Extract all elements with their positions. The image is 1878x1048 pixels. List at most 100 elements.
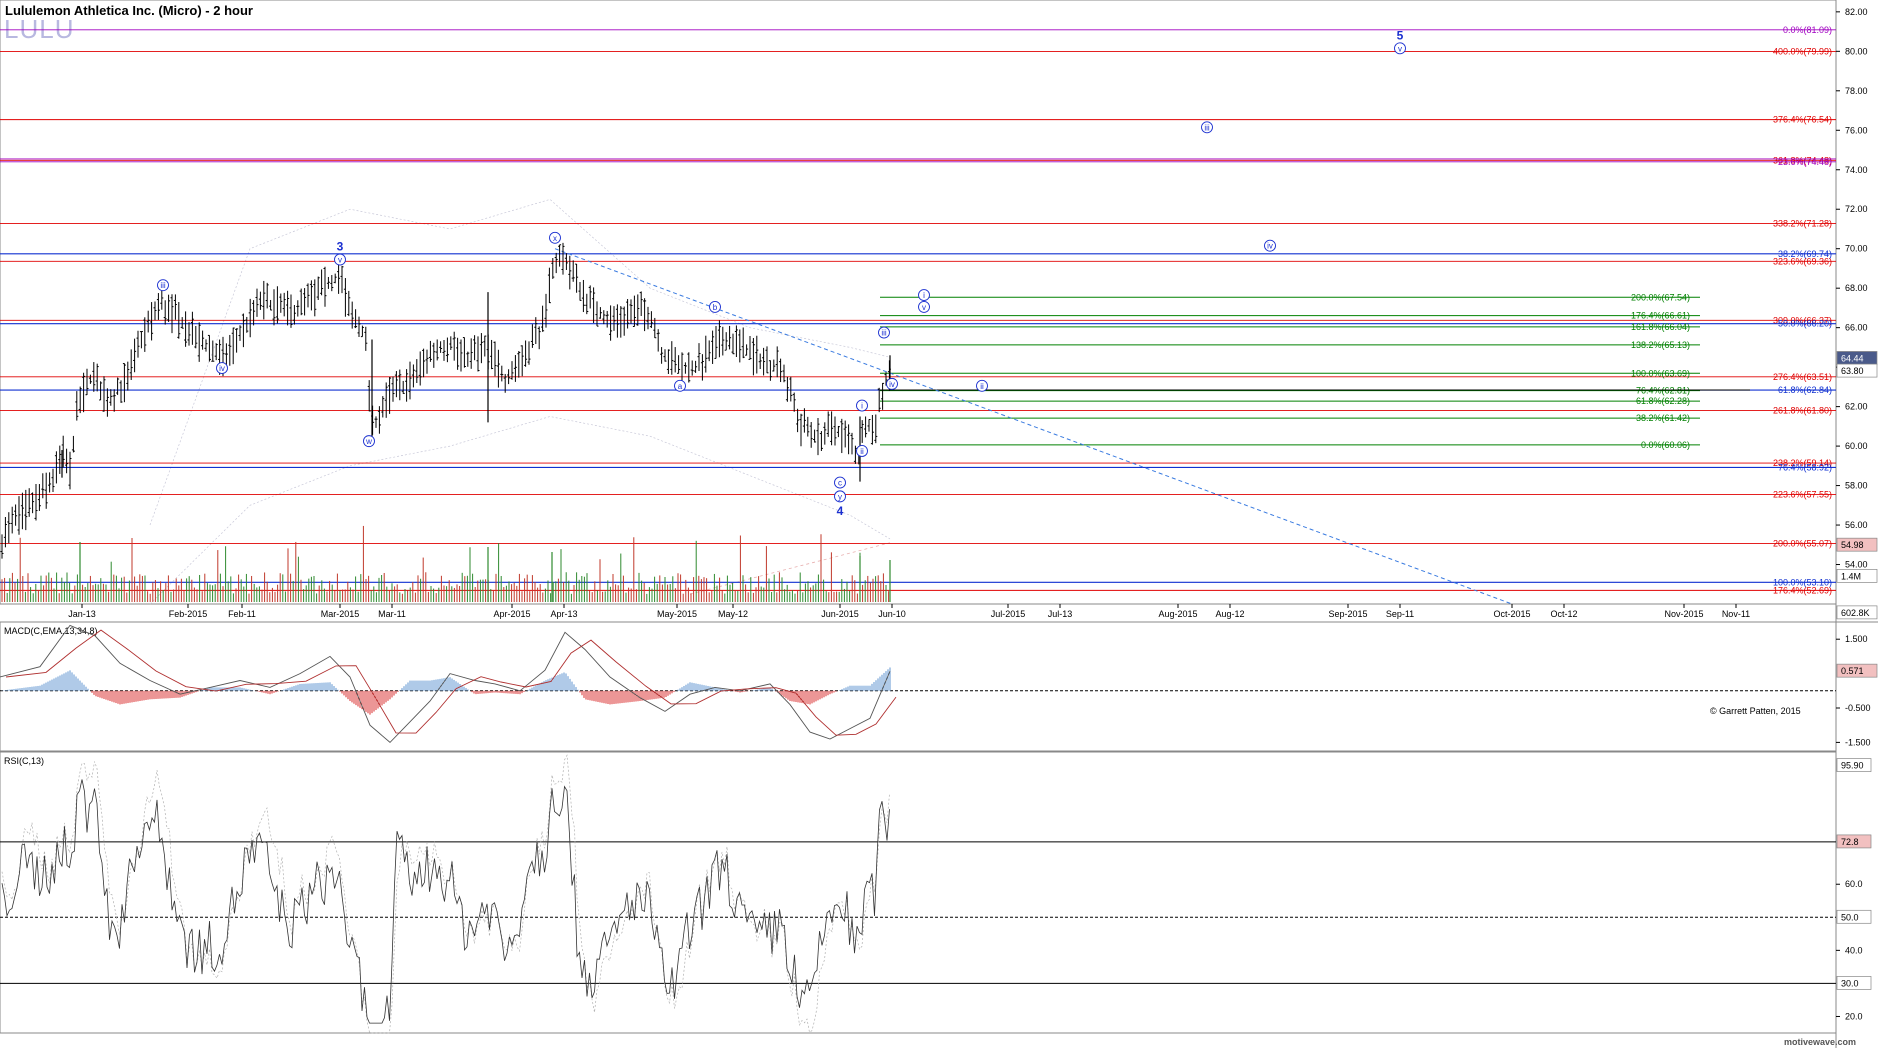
fib-label: 323.6%(69.36) [1773,256,1832,266]
rsi-panel-frame [0,751,1837,1034]
rsi-tag-label: 50.0 [1841,912,1859,922]
chart-canvas[interactable]: 0.0%(81.09) 400.0%(79.99) 376.4%(76.54) 3 61… [0,0,1878,1048]
date-label: Mar-11 [378,609,406,619]
axis-tick-label: 54.00 [1845,560,1868,570]
wave-label: v [1398,44,1402,53]
price-tag-label: 64.44 [1841,353,1864,363]
wave-label: v [338,256,342,265]
macd-current-label: 0.571 [1841,666,1864,676]
green-fib-label: 61.8%(62.28) [1636,396,1690,406]
price-tag-label: 54.98 [1841,540,1864,550]
fib-label: 338.2%(71.28) [1773,218,1832,228]
fib-label: 61.8%(62.84) [1778,385,1832,395]
date-label: Jun-2015 [821,609,859,619]
date-label: Aug-2015 [1158,609,1197,619]
macd-line [0,624,891,744]
wave-label: iv [889,380,895,389]
fib-label: 400.0%(79.99) [1773,47,1832,57]
date-label: Jul-13 [1048,609,1073,619]
date-label: Sep-11 [1386,609,1414,619]
axis-tick-label: -1.500 [1845,737,1871,747]
rsi-tag-label: 72.8 [1841,837,1859,847]
axis-tick-label: 68.00 [1845,283,1868,293]
wave-label: c [838,479,842,488]
fib-label: 223.6%(57.55) [1773,489,1832,499]
wave-label: i [923,291,925,300]
date-label: Jul-2015 [991,609,1026,619]
date-label: May-2015 [657,609,697,619]
fib-label: 0.0%(81.09) [1783,25,1832,35]
wave-label: iii [160,281,166,290]
axis-tick-label: 80.00 [1845,46,1868,56]
date-label: Feb-11 [228,609,256,619]
wave-label: b [713,303,718,312]
green-fib-label: 0.0%(60.06) [1641,440,1690,450]
axis-tick-label: 70.00 [1845,244,1868,254]
date-label: Jan-13 [68,609,96,619]
axis-tick-label: 82.00 [1845,7,1868,17]
date-label: Sep-2015 [1328,609,1367,619]
wave-label: x [553,234,557,243]
axis-tick-label: 66.00 [1845,323,1868,333]
date-label: Apr-13 [550,609,577,619]
axis-tick-label: 62.00 [1845,402,1868,412]
fib-label: 261.8%(61.80) [1773,406,1832,416]
wave-label: a [678,382,683,391]
wave-label: iv [1267,242,1273,251]
axis-tick-label: 40.0 [1845,945,1863,955]
trend-line [554,248,1513,605]
axis-tick-label: 72.00 [1845,204,1868,214]
wave-label: w [365,437,372,446]
price-panel-frame [0,0,1837,605]
axis-tick-label: 76.00 [1845,125,1868,135]
fib-label: 23.6%(74.48) [1778,157,1832,167]
rsi-tag-label: 30.0 [1841,978,1859,988]
axis-tick-label: 74.00 [1845,165,1868,175]
fib-label: 50.0%(66.20) [1778,319,1832,329]
green-fib-label: 200.0%(67.54) [1631,292,1690,302]
green-fib-label: 100.0%(63.69) [1631,368,1690,378]
axis-tick-label: 1.500 [1845,634,1868,644]
fib-label: 276.4%(63.51) [1773,372,1832,382]
axis-tick-label: 60.0 [1845,879,1863,889]
price-tag-label: 63.80 [1841,366,1864,376]
green-fib-label: 161.8%(66.04) [1631,322,1690,332]
rsi-line [1,779,890,1024]
green-fib-label: 76.4%(62.81) [1636,386,1690,396]
copyright: © Garrett Patten, 2015 [1710,706,1801,716]
macd-signal-line [5,629,897,736]
wave-label: i [861,402,863,411]
date-label: Nov-11 [1722,609,1750,619]
rsi-tag-label: 95.90 [1841,761,1864,771]
date-label: Mar-2015 [321,609,360,619]
rsi-title: RSI(C,13) [4,756,44,766]
axis-tick-label: 58.00 [1845,481,1868,491]
wave-label: ii [860,447,864,456]
price-tag-label: 1.4M [1841,571,1861,581]
date-label: Jun-10 [878,609,906,619]
chart-window: Lululemon Athletica Inc. (Micro) - 2 hou… [0,0,1878,1048]
fib-label: 76.4%(58.92) [1778,462,1832,472]
wave-label: iii [881,329,887,338]
fib-label: 376.4%(76.54) [1773,115,1832,125]
axis-tick-label: 20.0 [1845,1011,1863,1021]
axis-tick-label: 60.00 [1845,441,1868,451]
fib-label: 200.0%(55.07) [1773,538,1832,548]
wave-label: iii [1204,123,1210,132]
green-fib-label: 38.2%(61.42) [1636,413,1690,423]
watermark: motivewave.com [1784,1037,1857,1047]
date-label: Aug-12 [1215,609,1244,619]
macd-panel-frame [0,621,1837,752]
wave-label: iv [219,364,225,373]
price-bars [0,242,891,559]
wave-label: v [922,303,926,312]
green-fib-label: 138.2%(65.13) [1631,340,1690,350]
date-label: May-12 [718,609,748,619]
upper-band [149,199,891,526]
fib-label: 176.4%(52.69) [1773,585,1832,595]
price-tag-label: 602.8K [1841,608,1870,618]
wave-label: 3 [337,240,344,254]
wave-label: y [838,492,842,501]
green-fib-label: 176.4%(66.61) [1631,311,1690,321]
date-label: Nov-2015 [1664,609,1703,619]
